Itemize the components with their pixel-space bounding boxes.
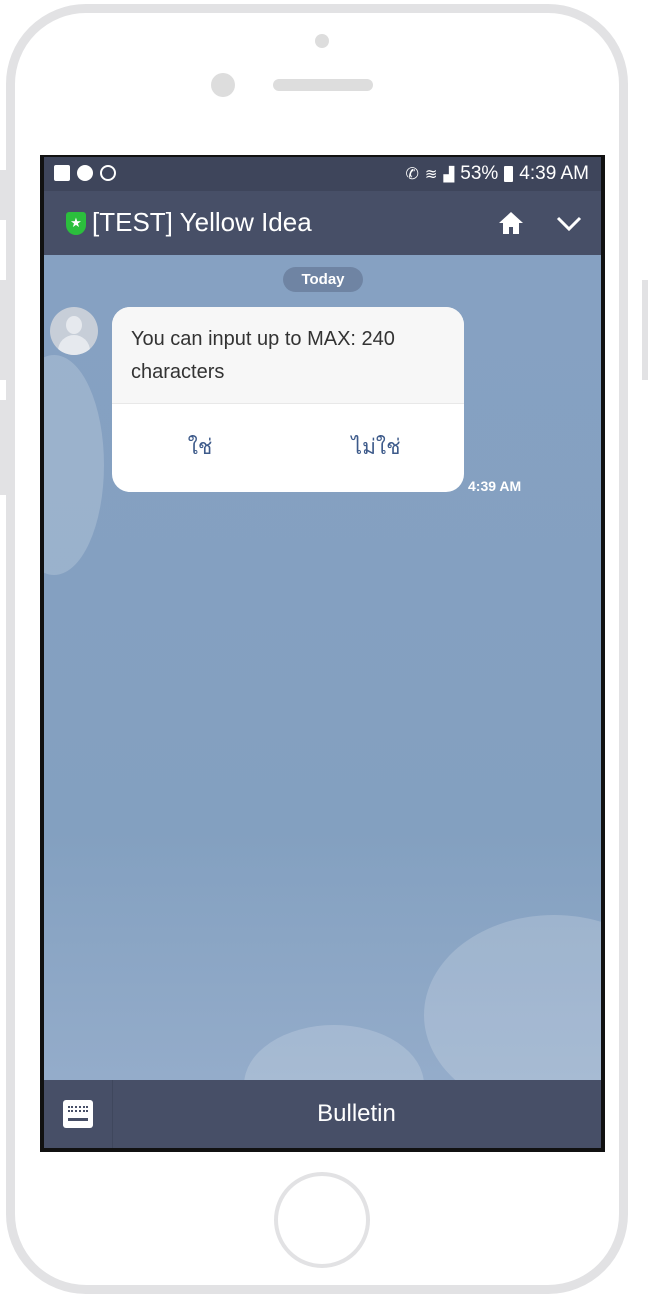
- verified-shield-icon: ★: [66, 212, 86, 235]
- keyboard-button[interactable]: [44, 1080, 113, 1148]
- message-time: 4:39 AM: [468, 478, 522, 494]
- sensor: [211, 73, 235, 97]
- side-button: [0, 170, 6, 220]
- clock: 4:39 AM: [519, 163, 589, 184]
- option-yes-button[interactable]: ใช่: [112, 404, 288, 492]
- avatar[interactable]: [50, 307, 98, 355]
- image-icon: [54, 165, 70, 181]
- battery-icon: [504, 166, 514, 182]
- chat-header: ★ [TEST] Yellow Idea: [44, 191, 601, 255]
- wifi-icon: ≋: [424, 166, 438, 183]
- home-icon[interactable]: [498, 211, 524, 235]
- wifi-call-icon: ✆: [405, 166, 419, 183]
- bulletin-menu-button[interactable]: Bulletin: [112, 1080, 601, 1148]
- spotify-icon: [77, 165, 93, 181]
- dnd-icon: [100, 165, 116, 181]
- message-bubble: You can input up to MAX: 240 characters …: [112, 307, 464, 492]
- side-button: [642, 280, 648, 380]
- option-no-button[interactable]: ไม่ใช่: [288, 404, 464, 492]
- speaker: [273, 79, 373, 91]
- battery-percent: 53%: [460, 163, 499, 184]
- bottom-bar: Bulletin: [44, 1080, 601, 1148]
- date-separator: Today: [283, 267, 363, 292]
- message-text: You can input up to MAX: 240 characters: [112, 307, 464, 404]
- chevron-down-icon[interactable]: [556, 216, 582, 232]
- chat-title: [TEST] Yellow Idea: [92, 207, 312, 237]
- side-button: [0, 280, 6, 380]
- camera: [315, 34, 329, 48]
- home-button[interactable]: [274, 1172, 370, 1268]
- status-bar: ✆ ≋ ▟ 53% 4:39 AM: [44, 157, 601, 191]
- signal-icon: ▟: [443, 165, 455, 182]
- chat-area: Today You can input up to MAX: 240 chara…: [44, 255, 601, 1080]
- side-button: [0, 400, 6, 495]
- keyboard-icon: [63, 1100, 93, 1128]
- screen: ✆ ≋ ▟ 53% 4:39 AM ★ [TEST] Yellow Idea T…: [40, 155, 605, 1152]
